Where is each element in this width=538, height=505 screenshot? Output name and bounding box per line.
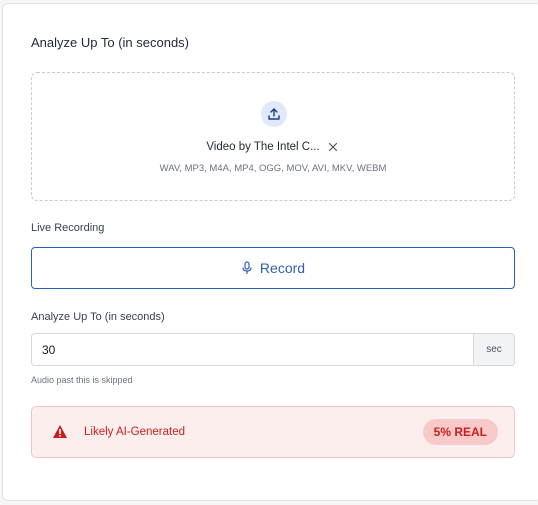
selected-file: Video by The Intel C...: [32, 140, 514, 154]
warning-icon: [53, 425, 67, 438]
file-dropzone[interactable]: Video by The Intel C... WAV, MP3, M4A, M…: [31, 72, 515, 201]
duration-field: sec: [31, 333, 515, 366]
duration-input[interactable]: [32, 334, 473, 365]
microphone-icon: [242, 261, 252, 274]
unit-suffix: sec: [473, 334, 514, 365]
live-recording-label: Live Recording: [31, 222, 105, 234]
close-icon[interactable]: [326, 140, 340, 154]
section-title: Analyze Up To (in seconds): [31, 35, 190, 50]
analysis-panel: Analyze Up To (in seconds) Video by The …: [2, 3, 538, 501]
record-label: Record: [259, 260, 306, 276]
supported-formats: WAV, MP3, M4A, MP4, OGG, MOV, AVI, MKV, …: [159, 163, 387, 174]
result-alert: Likely AI-Generated 5% REAL: [31, 406, 515, 458]
file-name: Video by The Intel C...: [206, 141, 320, 153]
score-badge: 5% REAL: [422, 419, 498, 445]
duration-hint: Audio past this is skipped: [31, 375, 133, 385]
record-button[interactable]: Record: [31, 247, 515, 289]
result-text: Likely AI-Generated: [84, 426, 186, 438]
analyze-label: Analyze Up To (in seconds): [31, 311, 165, 323]
upload-icon[interactable]: [261, 101, 287, 127]
